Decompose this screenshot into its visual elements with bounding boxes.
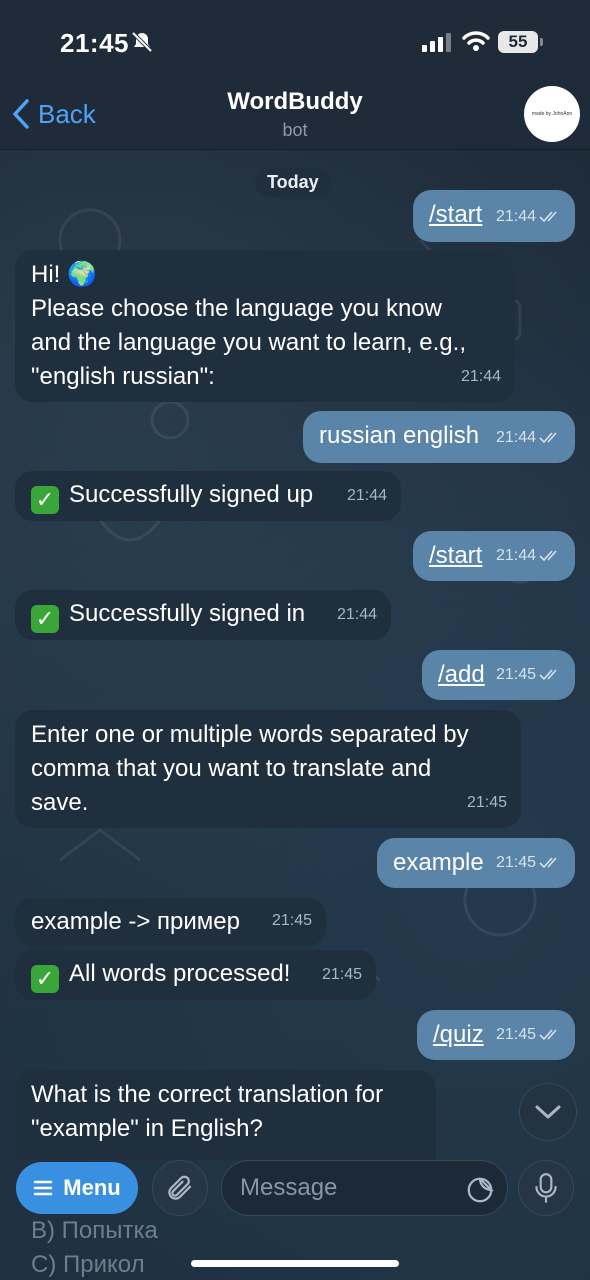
check-mark-icon: ✓ (31, 486, 59, 514)
message-line: Enter one or multiple words separated by (31, 721, 469, 748)
message-line: Please choose the language you know (31, 295, 442, 322)
message-line: comma that you want to translate and (31, 755, 432, 782)
message-line: save. (31, 789, 89, 816)
message-text: example -> пример (31, 908, 241, 935)
message-bubble-in[interactable]: Enter one or multiple words separated by… (15, 710, 521, 828)
chevron-down-icon (535, 1105, 561, 1119)
menu-button[interactable]: Menu (16, 1162, 138, 1214)
microphone-icon (535, 1173, 557, 1203)
message-meta: 21:45 (496, 658, 561, 692)
chat-title: WordBuddy (227, 88, 363, 115)
status-time: 21:45 (60, 28, 129, 58)
message-bubble-out[interactable]: /start 21:44 (413, 190, 575, 242)
message-bubble-out[interactable]: russian english 21:44 (303, 411, 575, 463)
message-text: Successfully signed up (69, 481, 314, 508)
menu-label: Menu (63, 1175, 121, 1200)
chat-title-block[interactable]: WordBuddy bot (0, 88, 590, 141)
message-text: All words processed! (69, 960, 291, 987)
message-bubble-in[interactable]: Hi! 🌍 Please choose the language you kno… (15, 250, 515, 402)
silent-bell-icon (131, 31, 153, 53)
home-indicator[interactable] (191, 1260, 399, 1267)
message-bubble-out[interactable]: /start 21:44 (413, 531, 575, 581)
command-link[interactable]: /add (438, 661, 485, 688)
message-meta: 21:45 (496, 846, 561, 880)
read-ticks-icon (539, 1029, 557, 1041)
message-meta: 21:45 (496, 1018, 561, 1052)
read-ticks-icon (539, 432, 557, 444)
message-line: "example" in English? (31, 1115, 263, 1142)
message-line: and the language you want to learn, e.g.… (31, 329, 466, 356)
read-ticks-icon (539, 211, 557, 223)
message-text: russian english (319, 422, 480, 449)
avatar-text: made by JohnAnn (531, 111, 573, 117)
message-text: Successfully signed in (69, 600, 306, 627)
message-bubble-out[interactable]: example 21:45 (377, 838, 575, 888)
command-link[interactable]: /quiz (433, 1021, 484, 1048)
message-line: "english russian": (31, 363, 215, 390)
message-time: 21:45 (321, 966, 362, 983)
paperclip-icon (168, 1175, 192, 1200)
message-bubble-out[interactable]: /quiz 21:45 (417, 1010, 575, 1060)
read-ticks-icon (539, 669, 557, 681)
message-time: 21:45 (466, 794, 507, 811)
message-bubble-in[interactable]: ✓ Successfully signed in 21:44 (15, 590, 391, 640)
read-ticks-icon (539, 550, 557, 562)
quiz-option: B) Попытка (31, 1217, 158, 1244)
check-mark-icon: ✓ (31, 965, 59, 993)
message-bubble-in[interactable]: ✓ Successfully signed up 21:44 (15, 471, 401, 521)
chat-subtitle: bot (282, 120, 308, 140)
message-placeholder: Message (240, 1174, 338, 1201)
message-time: 21:44 (346, 487, 387, 504)
quiz-option: C) Прикол (31, 1251, 145, 1278)
read-ticks-icon (539, 857, 557, 869)
message-line: Hi! 🌍 (31, 261, 97, 288)
check-mark-icon: ✓ (31, 605, 59, 633)
wifi-icon (462, 31, 490, 51)
input-bar: Menu Message (0, 1156, 590, 1220)
scroll-down-button[interactable] (519, 1083, 577, 1141)
message-time: 21:44 (460, 368, 501, 385)
message-bubble-in[interactable]: example -> пример 21:45 (15, 898, 326, 946)
message-input[interactable]: Message (221, 1160, 508, 1216)
message-time: 21:45 (271, 912, 312, 929)
message-text: example (393, 849, 484, 876)
command-link[interactable]: /start (429, 542, 482, 569)
bot-avatar[interactable]: made by JohnAnn (524, 86, 580, 142)
chat-header: Back WordBuddy bot made by JohnAnn (0, 86, 590, 150)
message-meta: 21:44 (496, 539, 561, 573)
menu-icon (34, 1180, 53, 1196)
command-link[interactable]: /start (429, 201, 482, 228)
battery-icon: 55 (498, 31, 543, 53)
microphone-button[interactable] (518, 1160, 574, 1216)
status-bar: 21:45 55 (0, 0, 590, 88)
signal-icon (422, 32, 451, 52)
message-meta: 21:44 (496, 421, 561, 455)
sticker-icon[interactable] (465, 1175, 495, 1205)
message-bubble-out[interactable]: /add 21:45 (422, 650, 575, 700)
message-time: 21:44 (336, 606, 377, 623)
message-list[interactable]: Today /start 21:44 Hi! 🌍 Please choose t… (0, 150, 590, 1160)
message-line: What is the correct translation for (31, 1081, 384, 1108)
message-bubble-in[interactable]: What is the correct translation for "exa… (15, 1070, 436, 1160)
attach-button[interactable] (152, 1160, 208, 1216)
date-separator: Today (255, 168, 331, 197)
message-bubble-in[interactable]: ✓ All words processed! 21:45 (15, 950, 376, 1000)
message-meta: 21:44 (496, 200, 561, 234)
